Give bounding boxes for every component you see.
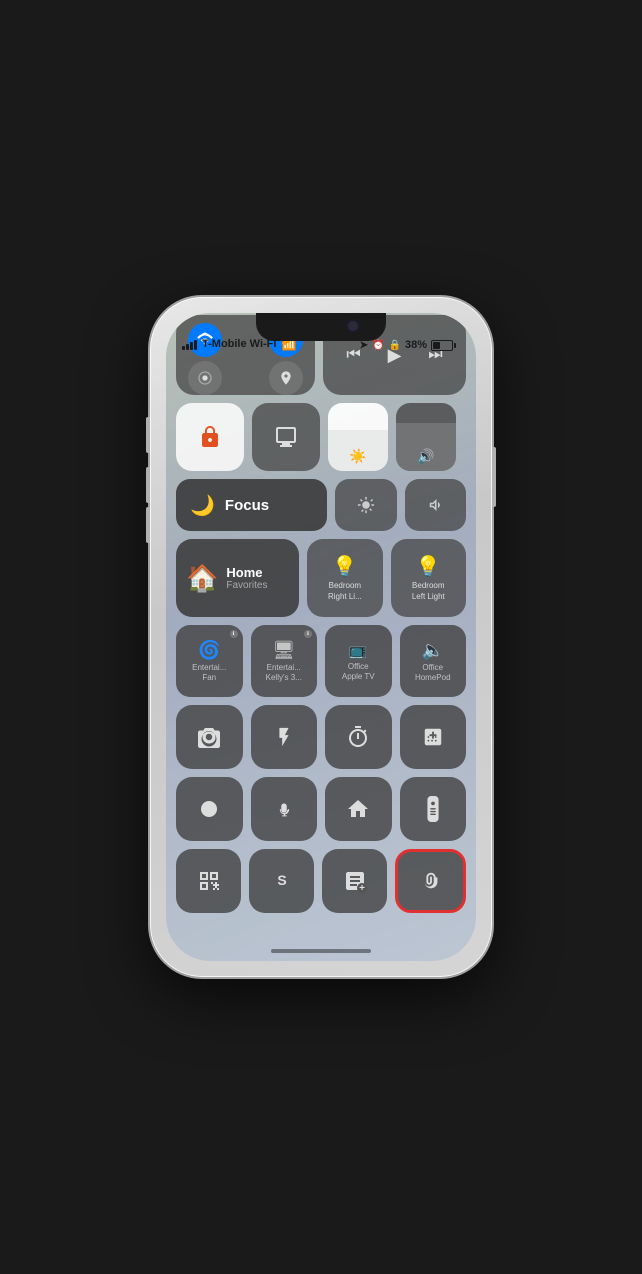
info-dot-1: ℹ bbox=[230, 630, 238, 638]
battery-fill bbox=[433, 342, 440, 349]
kelly-label: Entertai...Kelly's 3... bbox=[266, 663, 302, 682]
focus-label: Focus bbox=[225, 497, 269, 514]
brightness-slider[interactable]: ☀️ bbox=[328, 403, 388, 471]
timer-button[interactable] bbox=[325, 705, 392, 769]
screen-mirror-icon bbox=[274, 425, 298, 449]
signal-bar-3 bbox=[190, 342, 193, 350]
signal-bar-4 bbox=[194, 340, 197, 350]
homepod-icon: 🔈 bbox=[422, 640, 444, 661]
status-right: ➤ ⏰ 🔒 38% bbox=[360, 339, 456, 351]
office-homepod-button[interactable]: 🔈 OfficeHomePod bbox=[400, 625, 467, 697]
info-dot-2: ℹ bbox=[304, 630, 312, 638]
svg-text:+: + bbox=[359, 883, 365, 893]
row-focus: 🌙 Focus bbox=[176, 479, 466, 531]
camera-button[interactable] bbox=[176, 705, 243, 769]
apple-tv-label: OfficeApple TV bbox=[342, 662, 375, 681]
quick-notes-button[interactable]: + bbox=[322, 849, 387, 913]
homepod-label: OfficeHomePod bbox=[415, 663, 451, 682]
hearing-button[interactable] bbox=[395, 849, 466, 913]
row-actions-3: S + bbox=[176, 849, 466, 913]
airdrop-icon bbox=[197, 370, 213, 386]
fan-label: Entertai...Fan bbox=[192, 663, 226, 682]
notch bbox=[256, 313, 386, 341]
qr-scanner-button[interactable] bbox=[176, 849, 241, 913]
airdrop-btn-wrap[interactable] bbox=[184, 361, 244, 395]
office-apple-tv-button[interactable]: 📺 OfficeApple TV bbox=[325, 625, 392, 697]
hotspot-icon bbox=[278, 370, 294, 386]
phone-screen: T-Mobile Wi-Fi 📶 ➤ ⏰ 🔒 38% bbox=[166, 313, 476, 961]
battery-pct: 38% bbox=[405, 339, 427, 351]
screen-mirror-button[interactable] bbox=[252, 403, 320, 471]
calculator-button[interactable] bbox=[400, 705, 467, 769]
light-bulb-icon-2: 💡 bbox=[416, 554, 441, 579]
sound-recognition-icon bbox=[273, 798, 295, 820]
qr-code-icon bbox=[197, 869, 221, 893]
lock-icon: 🔒 bbox=[389, 340, 401, 351]
tv-icon: 🖥 bbox=[272, 640, 295, 661]
phone-frame: T-Mobile Wi-Fi 📶 ➤ ⏰ 🔒 38% bbox=[150, 297, 492, 977]
flashlight-icon bbox=[273, 726, 295, 748]
home-sublabel: Favorites bbox=[226, 580, 267, 591]
fan-icon: 🌀 bbox=[198, 640, 220, 661]
svg-text:S: S bbox=[277, 872, 286, 888]
home-control-icon bbox=[346, 797, 370, 821]
bedroom-left-label: BedroomLeft Light bbox=[412, 581, 445, 602]
shazam-button[interactable]: S bbox=[249, 849, 314, 913]
front-camera bbox=[348, 321, 358, 331]
battery-tip bbox=[454, 343, 456, 348]
battery-body bbox=[431, 340, 453, 351]
shazam-icon: S bbox=[270, 869, 294, 893]
row-actions-1 bbox=[176, 705, 466, 769]
control-center: ⏮ ▶ ⏭ bbox=[166, 313, 476, 961]
home-panel[interactable]: 🏠 Home Favorites bbox=[176, 539, 299, 617]
tv-remote-icon bbox=[425, 796, 441, 822]
location-icon: ➤ bbox=[360, 340, 368, 351]
entertainment-fan-button[interactable]: ℹ 🌀 Entertai...Fan bbox=[176, 625, 243, 697]
tv-remote-button[interactable] bbox=[400, 777, 467, 841]
apple-tv-logo: 📺 bbox=[349, 641, 368, 659]
sound-recognition-button[interactable] bbox=[251, 777, 318, 841]
calculator-icon bbox=[422, 726, 444, 748]
rotation-lock-button[interactable] bbox=[176, 403, 244, 471]
bedroom-left-light-button[interactable]: 💡 BedroomLeft Light bbox=[391, 539, 466, 617]
bedroom-right-light-button[interactable]: 💡 BedroomRight Li... bbox=[307, 539, 382, 617]
rotation-lock-icon bbox=[198, 425, 222, 449]
signal-bars bbox=[182, 338, 197, 350]
screen-record-icon bbox=[197, 797, 221, 821]
quick-notes-icon: + bbox=[343, 869, 367, 893]
hearing-icon bbox=[420, 870, 442, 892]
hotspot-button[interactable] bbox=[269, 361, 303, 395]
hotspot-btn-wrap[interactable] bbox=[248, 361, 308, 395]
home-label: Home bbox=[226, 565, 267, 580]
focus-moon-icon: 🌙 bbox=[190, 493, 215, 518]
airdrop-button[interactable] bbox=[188, 361, 222, 395]
timer-icon bbox=[346, 725, 370, 749]
home-text: Home Favorites bbox=[226, 565, 267, 591]
flashlight-button[interactable] bbox=[251, 705, 318, 769]
battery-icon bbox=[431, 340, 456, 351]
carrier-label: T-Mobile Wi-Fi bbox=[202, 338, 276, 350]
row-actions-2 bbox=[176, 777, 466, 841]
sun-icon bbox=[357, 496, 375, 514]
focus-button[interactable]: 🌙 Focus bbox=[176, 479, 327, 531]
row-accessories: ℹ 🌀 Entertai...Fan ℹ 🖥 Entertai...Kelly'… bbox=[176, 625, 466, 697]
alarm-icon: ⏰ bbox=[372, 340, 384, 351]
signal-bar-2 bbox=[186, 344, 189, 350]
home-icon: 🏠 bbox=[186, 563, 218, 594]
home-control-button[interactable] bbox=[325, 777, 392, 841]
brightness-mini-button[interactable] bbox=[335, 479, 397, 531]
row-toggles-sliders: ☀️ 🔊 bbox=[176, 403, 466, 471]
row-home: 🏠 Home Favorites 💡 BedroomRight Li... 💡 … bbox=[176, 539, 466, 617]
volume-icon bbox=[426, 496, 444, 514]
camera-icon bbox=[197, 725, 221, 749]
volume-slider[interactable]: 🔊 bbox=[396, 403, 456, 471]
signal-bar-1 bbox=[182, 346, 185, 350]
volume-mini-button[interactable] bbox=[405, 479, 467, 531]
light-bulb-icon-1: 💡 bbox=[332, 554, 357, 579]
screen-record-button[interactable] bbox=[176, 777, 243, 841]
entertainment-kelly-button[interactable]: ℹ 🖥 Entertai...Kelly's 3... bbox=[251, 625, 318, 697]
bedroom-right-label: BedroomRight Li... bbox=[328, 581, 362, 602]
